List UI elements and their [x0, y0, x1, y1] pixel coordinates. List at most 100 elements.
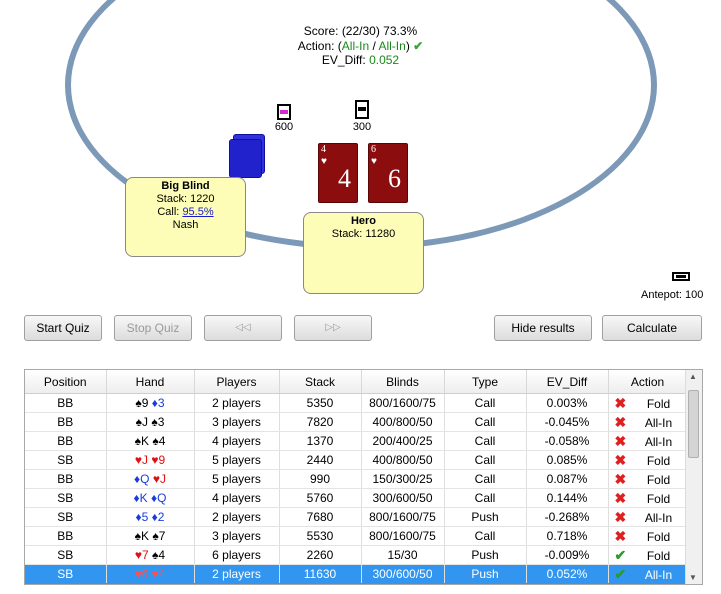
- hide-results-button[interactable]: Hide results: [494, 315, 592, 341]
- vertical-scrollbar[interactable]: ▲ ▼: [685, 370, 702, 584]
- player-name: Hero: [350, 215, 377, 227]
- column-header-action[interactable]: Action: [608, 370, 688, 394]
- hand-card: ♥4: [151, 567, 166, 581]
- cell-stack: 7680: [279, 507, 362, 527]
- cell-type: Call: [444, 526, 527, 546]
- cell-hand: ♠K ♠4: [106, 431, 195, 451]
- cell-stack: 5530: [279, 526, 362, 546]
- column-header-blinds[interactable]: Blinds: [361, 370, 445, 394]
- table-row[interactable]: BB ♦Q ♥J 5 players 990 150/300/25 Call 0.087% ✖…: [25, 469, 688, 489]
- table-row[interactable]: BB ♠K ♠4 4 players 1370 200/400/25 Call -0.058…: [25, 431, 688, 451]
- cell-ev-diff: -0.058%: [526, 431, 609, 451]
- hand-card: ♦Q: [151, 491, 167, 505]
- cell-position: SB: [25, 488, 107, 508]
- column-header-hand[interactable]: Hand: [106, 370, 195, 394]
- table-row[interactable]: BB ♠J ♠3 3 players 7820 400/800/50 Call -0.045…: [25, 412, 688, 432]
- cell-action: ✔ Fold: [608, 545, 688, 565]
- table-row[interactable]: SB ♥J ♥9 5 players 2440 400/800/50 Call 0.085%…: [25, 450, 688, 470]
- cell-position: BB: [25, 412, 107, 432]
- cell-hand: ♦K ♦Q: [106, 488, 195, 508]
- scroll-down-icon[interactable]: ▼: [689, 573, 697, 582]
- cell-action: ✖ Fold: [608, 488, 688, 508]
- table-row[interactable]: SB ♦5 ♦2 2 players 7680 800/1600/75 Push -0.26…: [25, 507, 688, 527]
- hand-card: ♦Q: [134, 472, 150, 486]
- table-row[interactable]: BB ♠K ♠7 3 players 5530 800/1600/75 Call 0.718…: [25, 526, 688, 546]
- cell-stack: 2260: [279, 545, 362, 565]
- cell-type: Call: [444, 469, 527, 489]
- cell-players: 2 players: [194, 507, 280, 527]
- cell-ev-diff: 0.085%: [526, 450, 609, 470]
- cell-ev-diff: 0.087%: [526, 469, 609, 489]
- cell-stack: 990: [279, 469, 362, 489]
- cell-position: BB: [25, 393, 107, 413]
- cell-stack: 7820: [279, 412, 362, 432]
- cell-blinds: 800/1600/75: [361, 393, 445, 413]
- cell-ev-diff: 0.718%: [526, 526, 609, 546]
- start-quiz-button[interactable]: Start Quiz: [24, 315, 102, 341]
- cell-blinds: 800/1600/75: [361, 507, 445, 527]
- results-table[interactable]: Position Hand Players Stack Blinds Type …: [24, 369, 703, 585]
- cell-ev-diff: 0.144%: [526, 488, 609, 508]
- quiz-score: Score: (22/30) 73.3%: [303, 24, 418, 38]
- table-header-row: Position Hand Players Stack Blinds Type …: [25, 370, 688, 394]
- hand-card: ♥6: [134, 567, 149, 581]
- column-header-position[interactable]: Position: [25, 370, 107, 394]
- table-row[interactable]: BB ♠9 ♦3 2 players 5350 800/1600/75 Call 0.003…: [25, 393, 688, 413]
- bet-amount-hero: 300: [352, 121, 372, 133]
- cross-icon: ✖: [614, 413, 627, 430]
- previous-button[interactable]: ◁◁: [204, 315, 282, 341]
- cell-players: 3 players: [194, 412, 280, 432]
- cell-hand: ♠J ♠3: [106, 412, 195, 432]
- cell-hand: ♠9 ♦3: [106, 393, 195, 413]
- cross-icon: ✖: [614, 489, 627, 506]
- cell-ev-diff: -0.045%: [526, 412, 609, 432]
- cell-type: Push: [444, 545, 527, 565]
- stop-quiz-button[interactable]: Stop Quiz: [114, 315, 192, 341]
- calculate-button[interactable]: Calculate: [602, 315, 702, 341]
- cell-ev-diff: 0.052%: [526, 564, 609, 584]
- cross-icon: ✖: [614, 508, 627, 525]
- cell-hand: ♥7 ♠4: [106, 545, 195, 565]
- cell-type: Call: [444, 393, 527, 413]
- hand-card: ♠4: [152, 434, 166, 448]
- cross-icon: ✖: [614, 527, 627, 544]
- table-row[interactable]: SB ♦K ♦Q 4 players 5760 300/600/50 Call 0.144%…: [25, 488, 688, 508]
- column-header-type[interactable]: Type: [444, 370, 527, 394]
- quiz-action: Action: (All-In / All-In) ✔: [297, 39, 424, 53]
- cross-icon: ✖: [614, 451, 627, 468]
- column-header-players[interactable]: Players: [194, 370, 280, 394]
- hand-card: ♠4: [152, 548, 166, 562]
- hand-card: ♠J: [135, 415, 148, 429]
- check-icon: ✔: [413, 39, 424, 53]
- next-button[interactable]: ▷▷: [294, 315, 372, 341]
- cell-action: ✖ Fold: [608, 469, 688, 489]
- cell-players: 3 players: [194, 526, 280, 546]
- cell-action: ✖ Fold: [608, 526, 688, 546]
- column-header-stack[interactable]: Stack: [279, 370, 362, 394]
- table-row[interactable]: SB ♥6 ♥4 2 players 11630 300/600/50 Push 0.052…: [25, 564, 688, 584]
- cell-position: SB: [25, 507, 107, 527]
- cell-action: ✖ Fold: [608, 450, 688, 470]
- cell-position: BB: [25, 431, 107, 451]
- cell-position: SB: [25, 450, 107, 470]
- cell-players: 4 players: [194, 431, 280, 451]
- scrollbar-thumb[interactable]: [688, 390, 699, 458]
- quiz-ev-diff: EV_Diff: 0.052: [321, 53, 400, 67]
- call-percentage-link[interactable]: 95.5%: [182, 206, 213, 218]
- table-row[interactable]: SB ♥7 ♠4 6 players 2260 15/30 Push -0.009% ✔ Fol…: [25, 545, 688, 565]
- cell-type: Push: [444, 564, 527, 584]
- chip-stack-icon: [277, 104, 291, 120]
- scroll-up-icon[interactable]: ▲: [689, 372, 697, 381]
- player-stack: Stack: 11280: [331, 228, 396, 240]
- cell-action: ✖ All-In: [608, 507, 688, 527]
- antepot-value: Antepot: 100: [641, 289, 704, 301]
- hand-card: ♦K: [133, 491, 148, 505]
- cell-stack: 1370: [279, 431, 362, 451]
- cell-hand: ♦Q ♥J: [106, 469, 195, 489]
- hand-card: ♥9: [151, 453, 166, 467]
- cell-ev-diff: -0.268%: [526, 507, 609, 527]
- hand-card: ♦5: [135, 510, 149, 524]
- call-percentage: Call: 95.5%: [157, 206, 214, 218]
- column-header-ev-diff[interactable]: EV_Diff: [526, 370, 609, 394]
- cell-type: Push: [444, 507, 527, 527]
